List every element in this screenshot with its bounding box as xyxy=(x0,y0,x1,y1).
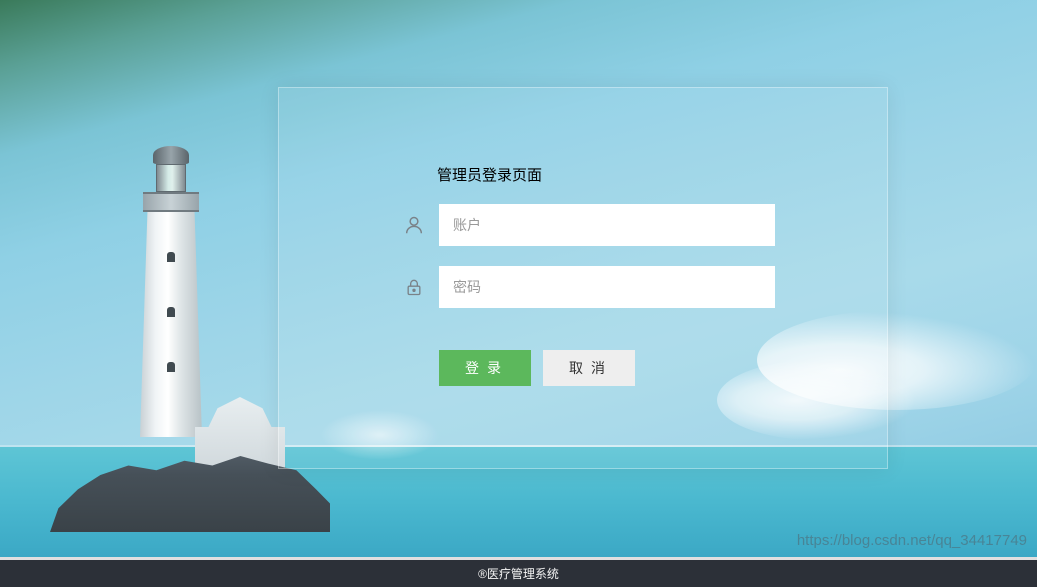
cancel-button[interactable]: 取消 xyxy=(543,350,635,386)
watermark: https://blog.csdn.net/qq_34417749 xyxy=(797,532,1027,549)
password-row xyxy=(401,266,775,308)
login-button[interactable]: 登录 xyxy=(439,350,531,386)
password-input[interactable] xyxy=(439,266,775,308)
user-icon xyxy=(401,212,427,238)
footer: ®医疗管理系统 xyxy=(0,557,1037,587)
button-row: 登录 取消 xyxy=(439,350,635,386)
login-panel: 管理员登录页面 登录 取消 xyxy=(278,87,888,469)
username-row xyxy=(401,204,775,246)
footer-text: ®医疗管理系统 xyxy=(478,565,559,582)
login-title: 管理员登录页面 xyxy=(437,164,542,185)
lock-icon xyxy=(401,274,427,300)
username-input[interactable] xyxy=(439,204,775,246)
